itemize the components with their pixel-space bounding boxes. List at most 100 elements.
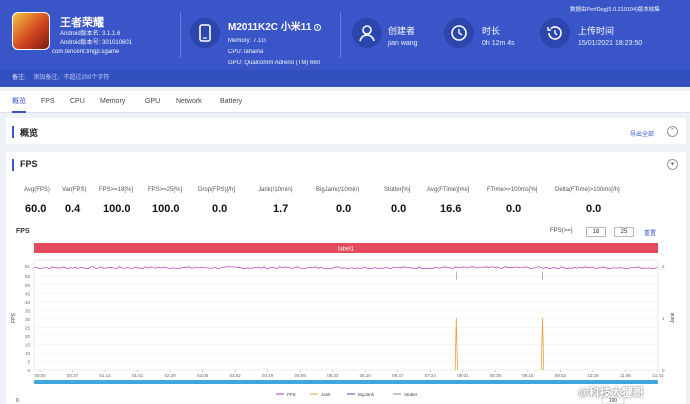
version-note: 数据由PerfDog(5.0.210104)版本收集	[570, 7, 660, 13]
metric-label: FPS>=18[%]	[99, 187, 134, 193]
app-icon	[12, 12, 50, 50]
y-tick-label: 35	[25, 308, 31, 313]
x-tick-label: 06:10	[360, 373, 372, 378]
upload-label: 上传时间	[578, 26, 615, 36]
x-tick-label: 01:51	[132, 373, 144, 378]
metric-value: 0.0	[506, 203, 522, 215]
metric-value: 100.0	[152, 203, 180, 215]
y-tick-label: 61	[25, 264, 31, 269]
watermark: @科技大犍哥	[578, 387, 644, 399]
y-tick-label: 50	[25, 283, 31, 288]
fps-chart[interactable]: label1 0 5 10 15 20 25 30 35 40 45 50 55 61 0 1 2 FPS Jank…	[6, 222, 686, 404]
metric-value: 0.0	[391, 203, 407, 215]
y-axis-label: FPS	[11, 312, 17, 322]
remark-bar[interactable]: 备注: 添加备注，不超过200个字符	[0, 70, 690, 87]
x-tick-label: 10:29	[587, 373, 599, 378]
metric-value: 0.0	[586, 203, 602, 215]
legend-label: BigJank	[358, 392, 375, 397]
legend-label: FPS	[287, 392, 296, 397]
tab-gpu[interactable]: GPU	[145, 91, 160, 113]
metric-value: 60.0	[25, 203, 47, 215]
x-tick-label: 00:37	[67, 373, 79, 378]
y2-tick-label: 2	[662, 264, 665, 269]
remark-input[interactable]: 添加备注，不超过200个字符	[33, 75, 109, 81]
y-tick-label: 30	[25, 317, 31, 322]
expand-icon[interactable]: ▾	[667, 159, 678, 170]
fps-chart-panel: FPS FPS(>=) 18 25 重置 label1 0 5 10 15 20 25 30 3…	[6, 222, 686, 404]
metric-label: BigJank(/10min)	[316, 187, 360, 193]
y-tick-label: 45	[25, 291, 31, 296]
metric-label: Avg(FTime)[ms]	[427, 187, 470, 193]
clock-icon	[444, 18, 474, 48]
device-memory: Memory: 7.1G	[228, 38, 267, 44]
label-range-text: label1	[338, 247, 355, 253]
x-tick-label: 08:01	[457, 373, 469, 378]
x-tick-label: 02:28	[164, 373, 176, 378]
jank-spike	[454, 317, 458, 371]
device-gpu: GPU: Qualcomm Adreno (TM) 660	[228, 60, 321, 66]
android-version: Android版本名: 3.1.1.6	[60, 31, 121, 37]
collapse-icon[interactable]: ⌃	[667, 126, 678, 137]
app-name: 王者荣耀	[60, 17, 104, 29]
upload-value: 15/01/2021 18:23:50	[578, 40, 643, 47]
metric-label: Avg(FPS)	[24, 187, 50, 193]
metric-label: Jank(/10min)	[258, 187, 293, 193]
metric-label: Delta(FTime)>100ms[/h]	[555, 187, 620, 193]
tab-memory[interactable]: Memory	[100, 91, 125, 113]
device-model: M2011K2C 小米11	[228, 22, 312, 33]
jank-spike	[540, 317, 545, 371]
x-tick-label: 04:56	[295, 373, 307, 378]
device-cpu: CPU: lahaina	[228, 49, 264, 55]
metric-label: FTime>=100ms[%]	[487, 187, 538, 193]
remark-label: 备注:	[12, 75, 26, 81]
x-tick-label: 07:24	[425, 373, 437, 378]
y-tick-label: 40	[25, 300, 31, 305]
x-tick-label: 11:06	[620, 373, 631, 378]
x-tick-label: 09:15	[522, 373, 534, 378]
bottom-left-value: 0	[16, 398, 19, 404]
perfdog-report: 王者荣耀 Android版本名: 3.1.1.6 Android版本号: 301…	[0, 0, 690, 404]
timeline-scrollbar	[34, 380, 658, 384]
duration-label: 时长	[482, 26, 501, 36]
x-tick-label: 03:42	[230, 373, 242, 378]
metric-label: Stutter[%]	[384, 187, 411, 193]
tab-overview[interactable]: 概览	[12, 91, 26, 113]
metric-value: 100.0	[103, 203, 131, 215]
metric-label: FPS>=25[%]	[148, 187, 183, 193]
y-tick-label: 0	[27, 368, 30, 373]
export-all-button[interactable]: 导出全部	[630, 129, 654, 138]
creator-label: 创建者	[388, 26, 416, 36]
overview-title: 概览	[20, 128, 39, 138]
overview-section: 概览 导出全部 ⌃	[6, 118, 686, 144]
metric-label: Var(FPS)	[62, 187, 87, 193]
legend-label: Stutter	[404, 392, 418, 397]
x-tick-label: 01:14	[99, 373, 111, 378]
legend-label: Jank	[321, 392, 331, 397]
y-tick-label: 20	[25, 334, 31, 339]
tab-cpu[interactable]: CPU	[70, 91, 85, 113]
package-name: com.tencent.tmgp.sgame	[52, 49, 120, 55]
x-tick-label: 11:43	[653, 373, 664, 378]
tab-battery[interactable]: Battery	[220, 91, 242, 113]
x-tick-label: 06:47	[392, 373, 404, 378]
fps-section-title: FPS	[20, 159, 38, 169]
x-tick-label: 08:38	[490, 373, 502, 378]
y-tick-label: 5	[27, 359, 30, 364]
y-tick-label: 15	[25, 342, 31, 347]
x-tick-label: 04:19	[262, 373, 274, 378]
history-icon	[540, 18, 570, 48]
y2-tick-label: 1	[662, 316, 665, 321]
duration-value: 0h 12m 4s	[482, 40, 515, 47]
metric-value: 0.0	[336, 203, 352, 215]
metric-value: 0.0	[212, 203, 228, 215]
y-tick-label: 10	[25, 351, 31, 356]
report-header: 王者荣耀 Android版本名: 3.1.1.6 Android版本号: 301…	[0, 0, 690, 70]
y2-axis-label: Jank	[670, 312, 676, 323]
tab-network[interactable]: Network	[176, 91, 202, 113]
metric-label: Drop(FPS)[/h]	[198, 187, 236, 193]
info-icon[interactable]: i	[314, 23, 322, 31]
x-tick-label: 00:00	[34, 373, 46, 378]
y-tick-label: 55	[25, 274, 31, 279]
plot-frame	[33, 259, 659, 371]
tab-fps[interactable]: FPS	[41, 91, 55, 113]
